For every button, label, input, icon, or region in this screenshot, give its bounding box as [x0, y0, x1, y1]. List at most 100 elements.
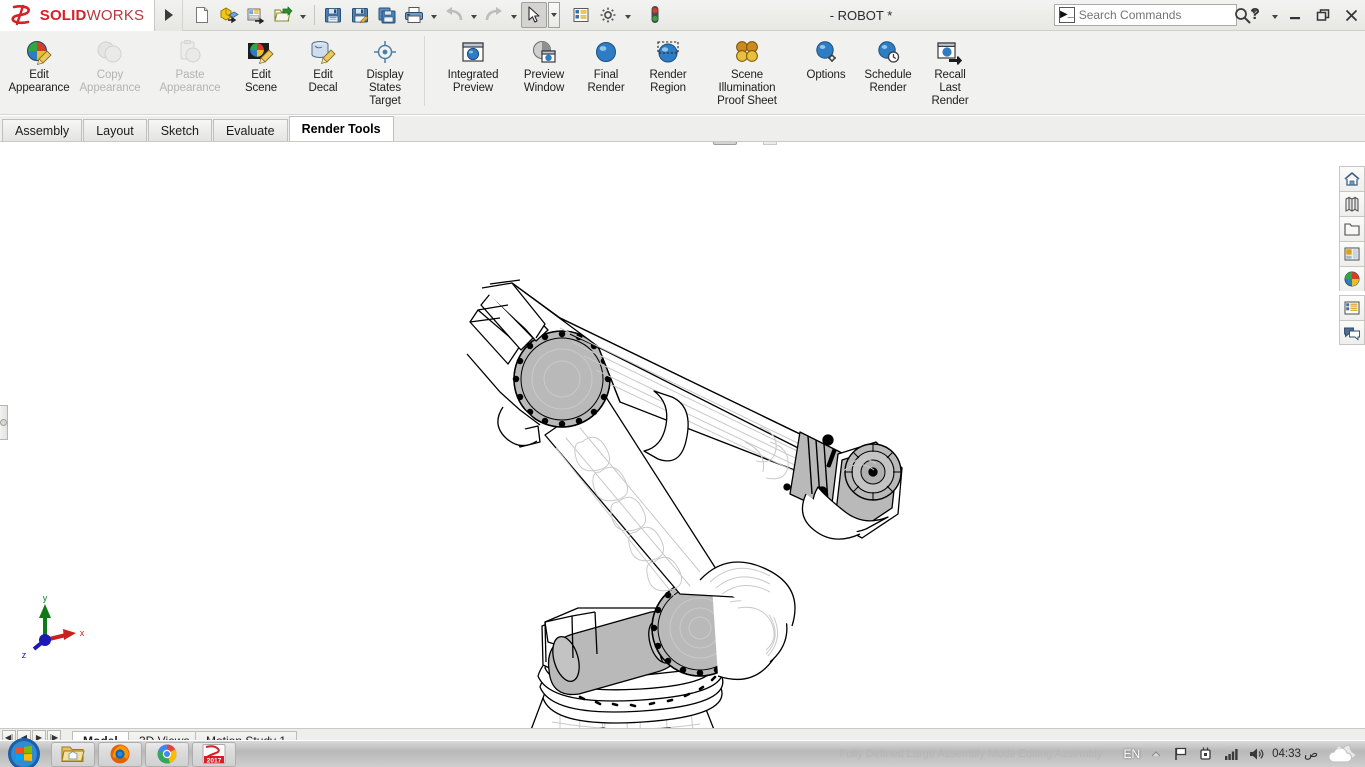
display-style-button[interactable]	[688, 142, 712, 145]
task-pane-custom-properties[interactable]	[1339, 295, 1365, 320]
tab-layout[interactable]: Layout	[83, 119, 147, 141]
ribbon-group-appearance: Edit Appearance Copy Appearance	[0, 34, 416, 108]
solidworks-logo[interactable]: SOLIDWORKS	[0, 0, 155, 31]
edit-decal-button[interactable]: Edit Decal	[292, 34, 354, 95]
tab-render-tools[interactable]: Render Tools	[289, 116, 394, 141]
new-document-button[interactable]	[189, 2, 215, 28]
title-bar: SOLIDWORKS	[0, 0, 1365, 31]
view-settings-caret[interactable]	[763, 142, 777, 145]
task-pane-view-palette[interactable]	[1339, 241, 1365, 266]
rebuild-button[interactable]	[568, 2, 594, 28]
show-hidden-icons-button[interactable]	[1147, 745, 1165, 763]
final-render-button[interactable]: Final Render	[575, 34, 637, 95]
taskbar-solidworks-2017[interactable]: 2017	[192, 742, 236, 767]
scene-illumination-proof-sheet-button[interactable]: Scene Illumination Proof Sheet	[699, 34, 795, 108]
signal-strength-icon[interactable]	[1222, 745, 1240, 763]
tab-sketch[interactable]: Sketch	[148, 119, 212, 141]
undo-button[interactable]	[441, 2, 467, 28]
undo-caret[interactable]	[468, 2, 480, 28]
copy-appearance-button[interactable]: Copy Appearance	[70, 34, 150, 95]
print-caret[interactable]	[428, 2, 440, 28]
save-as-button[interactable]	[270, 2, 296, 28]
edit-scene-button[interactable]: Edit Scene	[230, 34, 292, 95]
zoom-to-fit-button[interactable]	[563, 142, 587, 145]
volume-button[interactable]	[1247, 745, 1265, 763]
network-button[interactable]	[1197, 745, 1215, 763]
taskbar-firefox[interactable]	[98, 742, 142, 767]
taskbar-file-explorer[interactable]	[51, 742, 95, 767]
open-document-button[interactable]	[216, 2, 242, 28]
viewport-layout-button[interactable]	[785, 142, 809, 145]
save-all-button[interactable]	[347, 2, 373, 28]
save-button[interactable]	[320, 2, 346, 28]
doc-close-button[interactable]	[1337, 142, 1357, 143]
schedule-render-button[interactable]: Schedule Render	[857, 34, 919, 95]
paste-appearance-button[interactable]: Paste Appearance	[150, 34, 230, 95]
tab-assembly[interactable]: Assembly	[2, 119, 82, 141]
action-center-button[interactable]	[1172, 745, 1190, 763]
view-orientation-button[interactable]	[613, 142, 637, 145]
signal-bars-icon	[1223, 746, 1239, 762]
task-pane-design-library[interactable]	[1339, 191, 1365, 216]
pane-right-button[interactable]	[1259, 142, 1279, 143]
weather-widget[interactable]	[1325, 741, 1361, 767]
select-tool-button[interactable]	[521, 2, 547, 28]
taskbar-chrome[interactable]	[145, 742, 189, 767]
search-input[interactable]	[1079, 8, 1234, 22]
apply-scene-button[interactable]	[738, 142, 762, 145]
redo-caret[interactable]	[508, 2, 520, 28]
3d-drawing-view-button[interactable]	[638, 142, 662, 145]
options-button[interactable]	[595, 2, 621, 28]
help-caret[interactable]	[1269, 2, 1281, 28]
menu-expand-arrow[interactable]	[155, 0, 183, 31]
zoom-to-area-button[interactable]	[588, 142, 612, 145]
viewport-layout-caret[interactable]	[810, 142, 824, 145]
render-region-button[interactable]: Render Region	[637, 34, 699, 95]
doc-restore-button[interactable]	[1311, 142, 1331, 143]
save-as-caret[interactable]	[297, 2, 309, 28]
section-view-button[interactable]	[538, 142, 562, 145]
view-orientation-cube-button[interactable]	[663, 142, 687, 145]
edit-scene-label-1: Edit	[251, 69, 270, 81]
restore-button[interactable]	[1309, 0, 1337, 30]
doc-minimize-button[interactable]	[1285, 142, 1305, 143]
preview-window-button[interactable]: Preview Window	[513, 34, 575, 95]
recall-last-render-button[interactable]: Recall Last Render	[919, 34, 981, 108]
clock[interactable]: 04:33 ص	[1272, 748, 1318, 760]
language-indicator[interactable]: EN	[1123, 747, 1140, 761]
save-copy-button[interactable]	[374, 2, 400, 28]
tab-evaluate[interactable]: Evaluate	[213, 119, 288, 141]
start-button[interactable]	[0, 741, 48, 767]
shaded-cube-icon	[690, 142, 710, 143]
edit-appearance-button[interactable]: Edit Appearance	[8, 34, 70, 95]
scene-pencil-icon	[247, 37, 275, 67]
task-pane-solidworks-forum[interactable]	[1339, 320, 1365, 345]
solidworks-2017-icon: 2017	[201, 743, 227, 765]
minimize-button[interactable]	[1281, 0, 1309, 30]
print-button[interactable]	[401, 2, 427, 28]
search-commands-box[interactable]: ▶_	[1054, 4, 1237, 26]
pin-arrow-icon	[640, 142, 660, 143]
document-window-controls	[1233, 142, 1357, 146]
command-prompt-icon: ▶_	[1059, 7, 1075, 23]
task-pane-file-explorer[interactable]	[1339, 216, 1365, 241]
help-button[interactable]: ?	[1241, 0, 1269, 30]
final-render-label-2: Render	[587, 82, 624, 94]
hide-show-items-button[interactable]	[713, 142, 737, 145]
display-states-target-button[interactable]: Display States Target	[354, 34, 416, 108]
render-options-button[interactable]: Options	[795, 34, 857, 82]
pane-left-button[interactable]	[1233, 142, 1253, 143]
chevron-up-icon	[1150, 748, 1162, 760]
schedule-render-label-1: Schedule	[864, 69, 911, 81]
rebuild-status-button[interactable]	[642, 2, 668, 28]
task-pane-home[interactable]	[1339, 166, 1365, 191]
color-sphere-icon	[1343, 270, 1361, 288]
redo-button[interactable]	[481, 2, 507, 28]
graphics-viewport[interactable]: y x z	[0, 142, 1365, 732]
select-tool-caret[interactable]	[548, 2, 560, 28]
close-button[interactable]	[1337, 0, 1365, 30]
open-recent-button[interactable]	[243, 2, 269, 28]
task-pane-appearances-scenes[interactable]	[1339, 266, 1365, 291]
options-caret[interactable]	[622, 2, 634, 28]
integrated-preview-button[interactable]: Integrated Preview	[433, 34, 513, 95]
